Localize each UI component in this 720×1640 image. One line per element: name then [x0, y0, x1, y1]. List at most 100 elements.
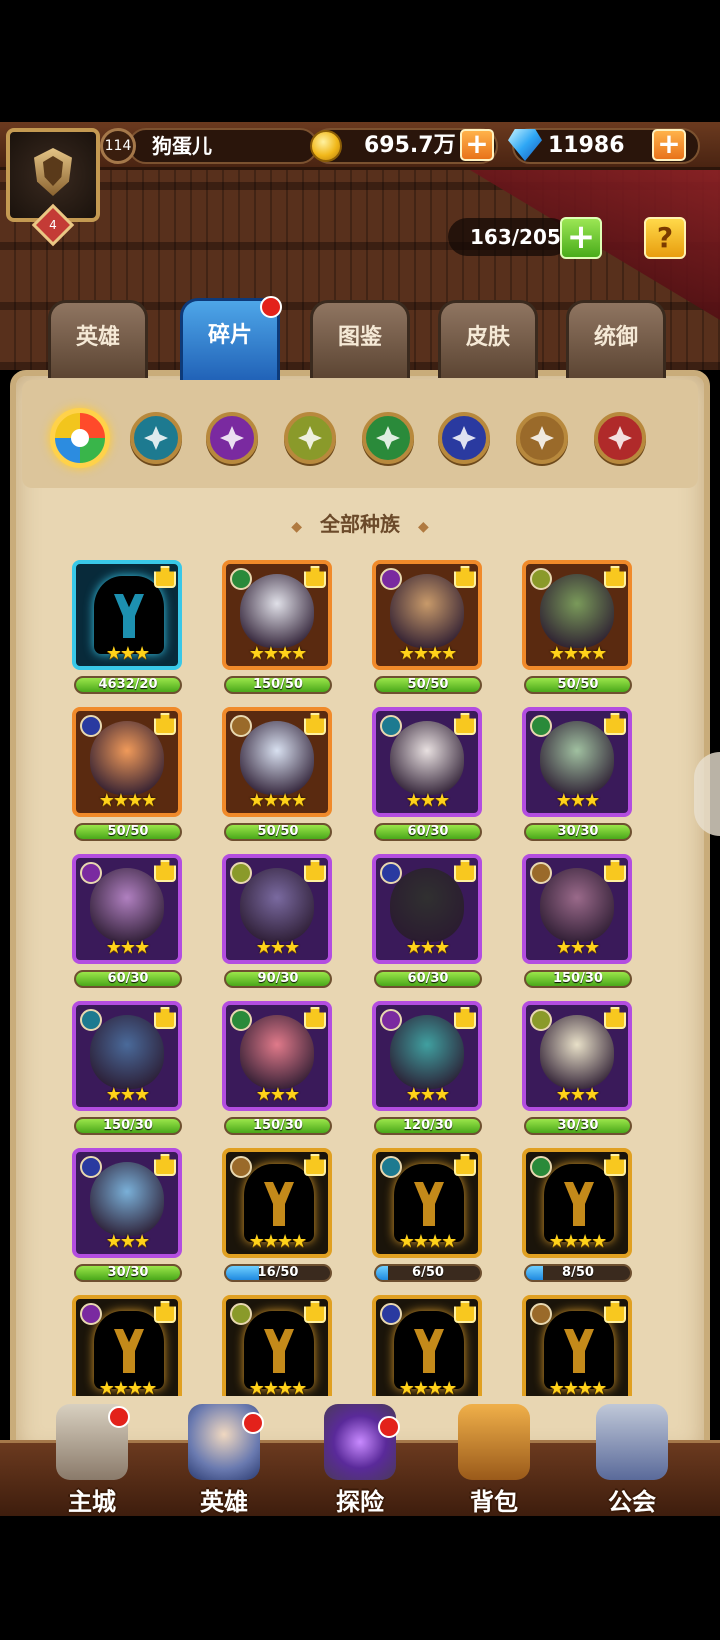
hero-portrait-frame: ★★★: [522, 707, 632, 817]
star-rating: ★★★: [105, 1084, 150, 1105]
puzzle-piece-icon: [304, 860, 326, 882]
puzzle-piece-icon: [304, 1007, 326, 1029]
hero-shard-card[interactable]: ★★★ 30/30: [72, 1148, 184, 1282]
shard-progress-bar: 16/50: [224, 1264, 332, 1282]
all-races-icon: [71, 429, 89, 447]
hero-shard-card[interactable]: ★★★ 4632/20: [72, 560, 184, 694]
race-filter-dark[interactable]: [438, 412, 490, 464]
expand-capacity-button[interactable]: +: [560, 217, 602, 259]
hero-shard-card[interactable]: ★★★★ 50/50: [222, 707, 334, 841]
shard-count: 16/50: [257, 1265, 299, 1280]
hero-portrait-frame: ★★★: [372, 1001, 482, 1111]
puzzle-piece-icon: [304, 1154, 326, 1176]
star-rating: ★★★: [405, 1084, 450, 1105]
shard-count: 120/30: [403, 1118, 453, 1133]
help-button[interactable]: ?: [644, 217, 686, 259]
race-badge-icon: [530, 568, 552, 590]
shard-progress-bar: 50/50: [74, 823, 182, 841]
hero-shard-card[interactable]: ★★★ 150/30: [222, 1001, 334, 1135]
hero-shard-card[interactable]: ★★★ 150/30: [522, 854, 634, 988]
shield-emblem-icon: [34, 148, 72, 196]
nav-main-city[interactable]: 主城: [32, 1404, 152, 1516]
diamond-deco-icon: ◆: [418, 519, 429, 535]
nav-label: 公会: [608, 1488, 656, 1516]
star-rating: ★★★★: [248, 790, 308, 811]
star-rating: ★★★★: [98, 1378, 158, 1396]
shard-progress-bar: 30/30: [74, 1264, 182, 1282]
hero-shard-card[interactable]: ★★★★: [72, 1295, 184, 1396]
tab-skins[interactable]: 皮肤: [438, 300, 538, 378]
hero-portrait-frame: ★★★★: [522, 1148, 632, 1258]
nav-label: 背包: [470, 1488, 518, 1516]
hero-shard-card[interactable]: ★★★★: [222, 1295, 334, 1396]
hero-shard-card[interactable]: ★★★★ 50/50: [372, 560, 484, 694]
puzzle-piece-icon: [454, 713, 476, 735]
hero-shard-card[interactable]: ★★★ 30/30: [522, 1001, 634, 1135]
puzzle-piece-icon: [304, 713, 326, 735]
hero-shard-card[interactable]: ★★★★ 50/50: [72, 707, 184, 841]
tab-heroes[interactable]: 英雄: [48, 300, 148, 378]
section-title-text: 全部种族: [320, 512, 400, 536]
hero-shard-card[interactable]: ★★★★: [372, 1295, 484, 1396]
add-gems-button[interactable]: +: [652, 129, 686, 161]
race-badge-icon: [530, 862, 552, 884]
hero-shard-card[interactable]: ★★★ 150/30: [72, 1001, 184, 1135]
shard-progress-bar: 90/30: [224, 970, 332, 988]
side-pull-tab[interactable]: [694, 752, 720, 836]
puzzle-piece-icon: [604, 566, 626, 588]
shard-progress-bar: 50/50: [374, 676, 482, 694]
shard-count: 50/50: [557, 677, 599, 692]
hero-portrait-frame: ★★★: [222, 854, 332, 964]
shard-count: 60/30: [407, 971, 449, 986]
puzzle-piece-icon: [604, 1007, 626, 1029]
puzzle-piece-icon: [154, 860, 176, 882]
shard-count: 6/50: [412, 1265, 444, 1280]
race-filter-forest[interactable]: [362, 412, 414, 464]
hero-portrait: [390, 1015, 464, 1089]
shard-progress-bar: 150/30: [74, 1117, 182, 1135]
puzzle-piece-icon: [154, 1154, 176, 1176]
nav-label: 探险: [336, 1488, 384, 1516]
star-rating: ★★★★: [548, 1378, 608, 1396]
race-filter-all[interactable]: [50, 408, 110, 468]
hero-shard-card[interactable]: ★★★ 60/30: [372, 854, 484, 988]
hero-shard-card[interactable]: ★★★ 30/30: [522, 707, 634, 841]
hero-shard-card[interactable]: ★★★★ 16/50: [222, 1148, 334, 1282]
nav-guild[interactable]: 公会: [572, 1404, 692, 1516]
nav-heroes[interactable]: 英雄: [164, 1404, 284, 1516]
hero-shard-card[interactable]: ★★★★: [522, 1295, 634, 1396]
race-filter-inferno[interactable]: [594, 412, 646, 464]
hero-shard-card[interactable]: ★★★ 120/30: [372, 1001, 484, 1135]
diamond-deco-icon: ◆: [291, 519, 302, 535]
nav-backpack[interactable]: 背包: [434, 1404, 554, 1516]
hero-shard-card[interactable]: ★★★ 60/30: [72, 854, 184, 988]
tab-command[interactable]: 统御: [566, 300, 666, 378]
shard-count: 60/30: [107, 971, 149, 986]
hero-portrait: [540, 1015, 614, 1089]
race-filter-shadow[interactable]: [130, 412, 182, 464]
nav-adventure[interactable]: 探险: [300, 1404, 420, 1516]
hero-portrait-frame: ★★★: [522, 854, 632, 964]
race-badge-icon: [80, 1156, 102, 1178]
race-filter-fortress[interactable]: [206, 412, 258, 464]
hero-portrait: [90, 1162, 164, 1236]
race-badge-icon: [380, 862, 402, 884]
inferno-race-icon: [608, 426, 632, 450]
puzzle-piece-icon: [154, 713, 176, 735]
add-gold-button[interactable]: +: [460, 129, 494, 161]
hero-shard-card[interactable]: ★★★★ 8/50: [522, 1148, 634, 1282]
hero-shard-card[interactable]: ★★★ 90/30: [222, 854, 334, 988]
race-filter-abyss[interactable]: [284, 412, 336, 464]
tab-codex[interactable]: 图鉴: [310, 300, 410, 378]
hero-portrait: [240, 868, 314, 942]
system-navigation-area: [0, 1516, 720, 1640]
race-badge-icon: [80, 715, 102, 737]
hero-shard-card[interactable]: ★★★★ 6/50: [372, 1148, 484, 1282]
hero-portrait-frame: ★★★: [522, 1001, 632, 1111]
forest-race-icon: [376, 426, 400, 450]
race-badge-icon: [230, 1303, 252, 1325]
hero-shard-card[interactable]: ★★★★ 150/50: [222, 560, 334, 694]
race-filter-transcendence[interactable]: [516, 412, 568, 464]
hero-shard-card[interactable]: ★★★★ 50/50: [522, 560, 634, 694]
hero-shard-card[interactable]: ★★★ 60/30: [372, 707, 484, 841]
